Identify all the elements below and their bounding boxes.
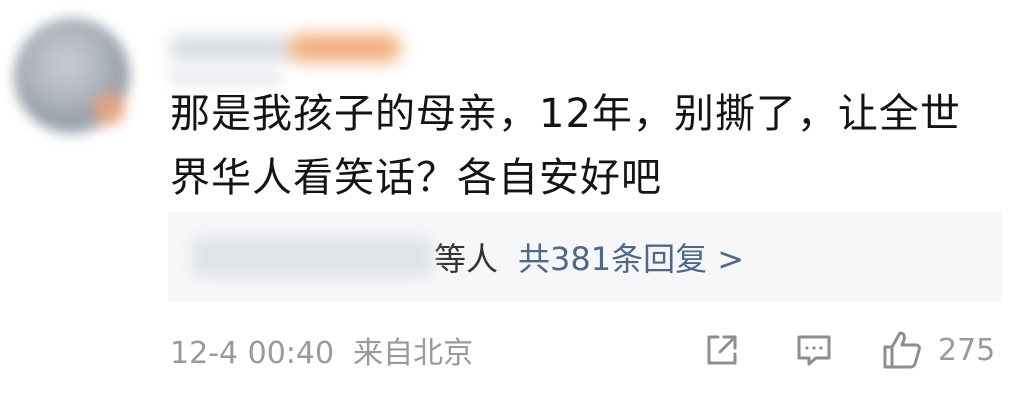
username-blurred[interactable] — [170, 28, 400, 70]
avatar[interactable] — [14, 18, 130, 134]
comment-button[interactable] — [794, 322, 834, 378]
reply-count-link[interactable]: 共381条回复 > — [518, 234, 744, 280]
share-icon — [707, 335, 737, 365]
share-button[interactable] — [702, 322, 742, 378]
like-count: 275 — [938, 332, 996, 368]
reply-users-blurred — [192, 237, 432, 277]
like-button[interactable]: 275 — [880, 322, 995, 378]
comment-icon — [797, 335, 831, 366]
comment-actions: 275 — [0, 322, 1024, 378]
reply-users-suffix: 等人 — [434, 240, 499, 278]
thumbs-up-icon — [883, 331, 921, 369]
comment-text: 那是我孩子的母亲，12年，别撕了，让全世界华人看笑话？各自安好吧 — [170, 91, 961, 201]
reply-summary[interactable]: 等人 共381条回复 > — [168, 212, 1002, 302]
